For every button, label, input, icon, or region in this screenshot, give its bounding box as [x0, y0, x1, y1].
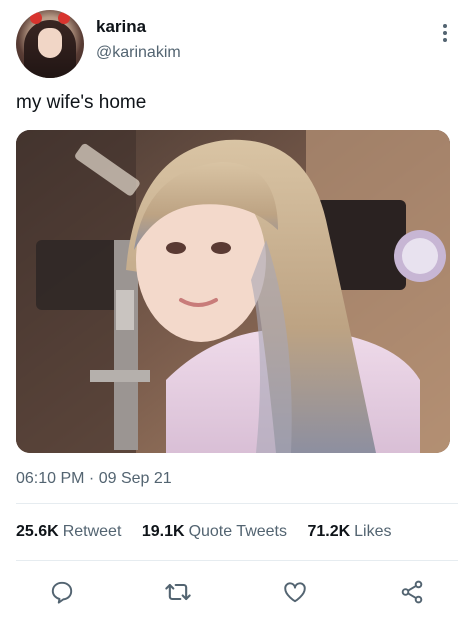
author-handle[interactable]: @karinakim: [96, 44, 181, 62]
tweet-header: karina @karinakim: [16, 10, 458, 80]
tweet-text: my wife's home: [16, 92, 147, 113]
tweet-stats: 25.6K Retweet 19.1K Quote Tweets 71.2K Like…: [16, 523, 408, 541]
stat-quote-tweets[interactable]: 19.1K Quote Tweets: [142, 523, 287, 541]
divider: [16, 560, 458, 561]
tweet-timestamp[interactable]: 06:10 PM · 09 Sep 21: [16, 470, 172, 488]
author-name[interactable]: karina: [96, 17, 146, 37]
stat-retweets[interactable]: 25.6K Retweet: [16, 523, 121, 541]
reply-icon[interactable]: [44, 574, 80, 610]
tweet-actions: [0, 574, 474, 610]
tweet-photo[interactable]: [16, 130, 450, 453]
more-vertical-icon[interactable]: [442, 24, 448, 44]
heart-icon[interactable]: [277, 574, 313, 610]
share-icon[interactable]: [394, 574, 430, 610]
avatar[interactable]: [16, 10, 84, 78]
retweet-icon[interactable]: [160, 574, 196, 610]
stat-likes[interactable]: 71.2K Likes: [307, 523, 391, 541]
divider: [16, 503, 458, 504]
